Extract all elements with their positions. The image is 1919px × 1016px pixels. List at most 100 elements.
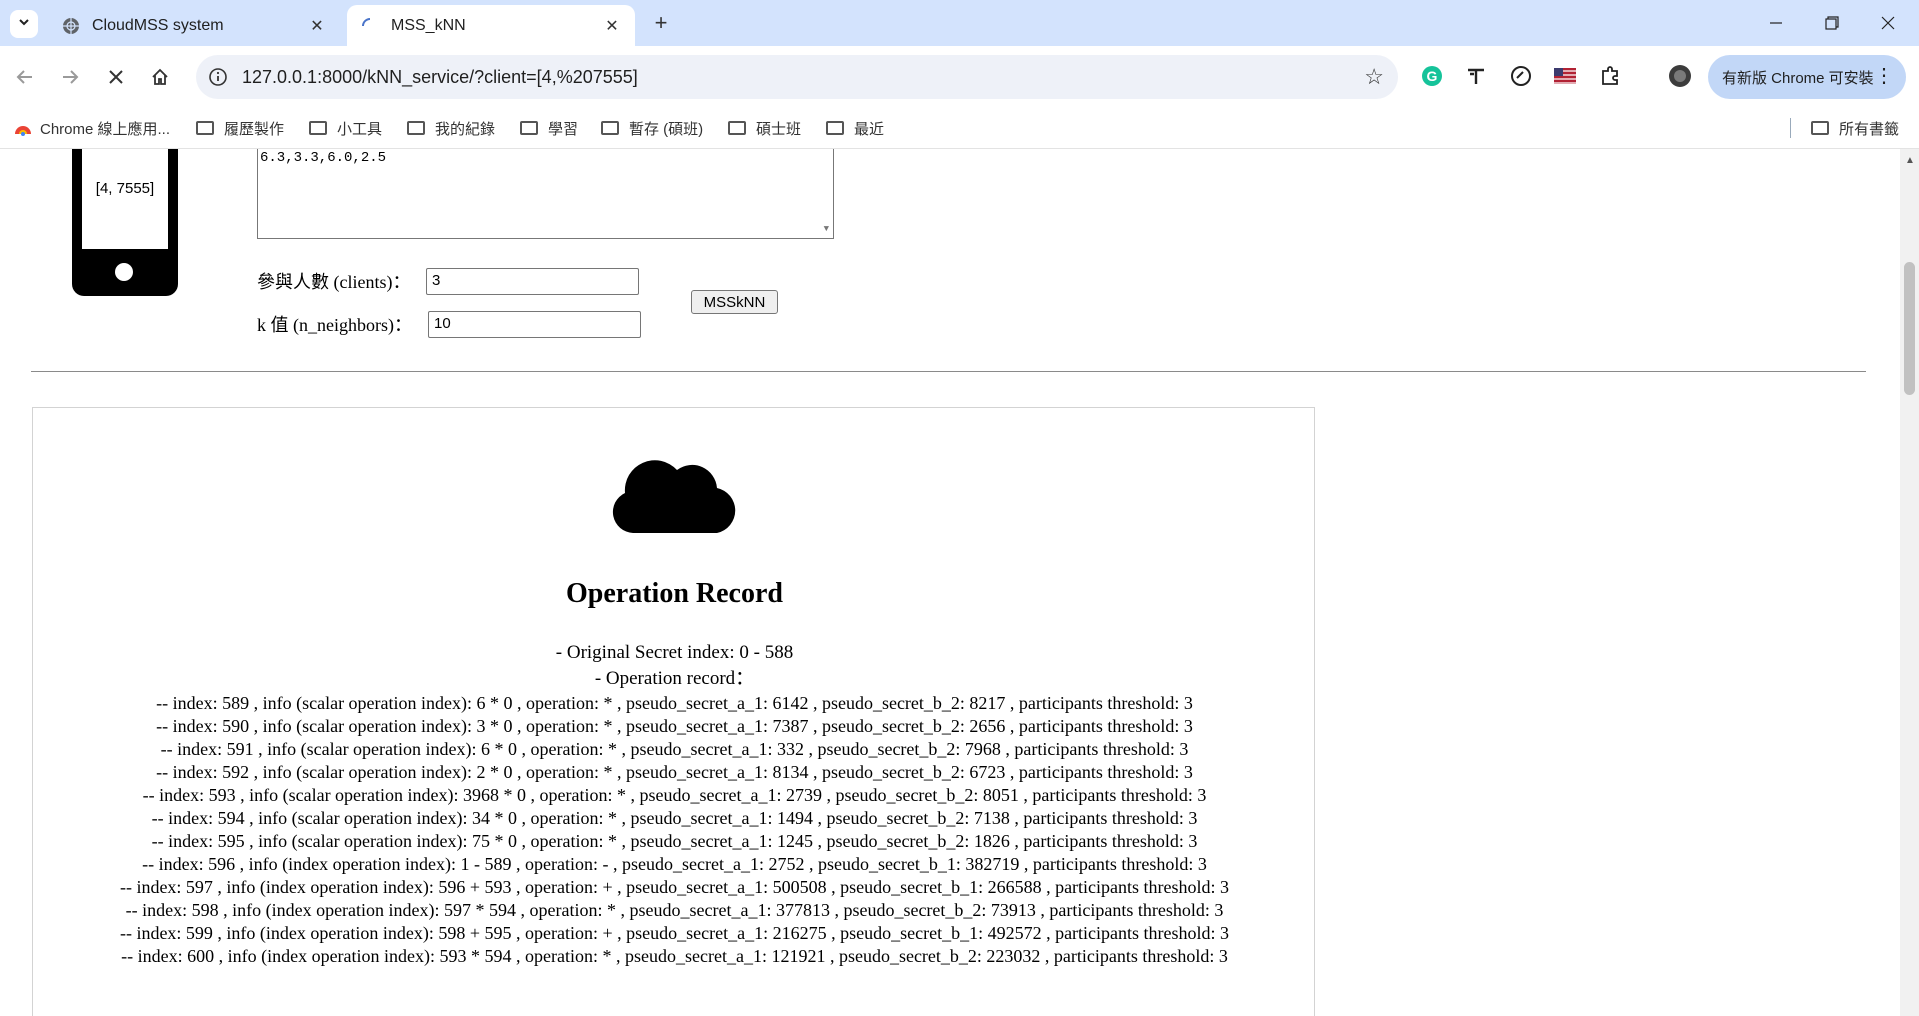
bookmark-star-icon[interactable]: ☆ [1364, 64, 1384, 90]
k-neighbors-input[interactable]: 10 [428, 311, 641, 338]
bookmark-label: 所有書籤 [1839, 120, 1900, 138]
folder-icon [407, 121, 425, 135]
forward-arrow-icon[interactable] [53, 60, 87, 94]
clients-input-value: 3 [432, 272, 441, 289]
scroll-up-arrow-icon[interactable]: ▲ [1905, 155, 1915, 166]
url-text: 127.0.0.1:8000/kNN_service/?client=[4,%2… [242, 67, 638, 87]
original-secret-line: - Original Secret index: 0 - 588 [555, 642, 794, 663]
chevron-down-icon [17, 15, 31, 34]
tab-title: CloudMSS system [92, 16, 224, 34]
bookmark-label: 最近 [854, 120, 885, 138]
close-icon[interactable]: ✕ [306, 15, 328, 37]
folder-icon [826, 121, 844, 135]
scroll-down-arrow-icon[interactable]: ▼ [824, 224, 829, 234]
us-flag-icon[interactable] [1552, 63, 1578, 89]
tab-search-button[interactable] [10, 10, 38, 38]
more-options-icon[interactable]: ⋮ [1874, 63, 1894, 88]
folder-icon [728, 121, 746, 135]
extensions-puzzle-icon[interactable] [1597, 63, 1623, 89]
record-line: -- index: 589 , info (scalar operation i… [156, 693, 1193, 713]
folder-icon [1811, 121, 1829, 135]
record-line: -- index: 594 , info (scalar operation i… [151, 808, 1198, 828]
record-line: -- index: 590 , info (scalar operation i… [156, 716, 1193, 736]
phone-home-button [115, 263, 133, 281]
bookmarks-bar: Chrome 線上應用... 履歷製作 小工具 我的紀錄 學習 暫存 (碩班) … [0, 108, 1919, 149]
bookmark-label: 我的紀錄 [435, 120, 496, 138]
translate-extension-icon[interactable] [1463, 63, 1489, 89]
browser-toolbar: 127.0.0.1:8000/kNN_service/?client=[4,%2… [0, 46, 1919, 108]
operation-record-title: Operation Record [566, 578, 783, 609]
chrome-web-store-icon [14, 120, 32, 136]
divider [31, 371, 1866, 372]
all-bookmarks-folder[interactable]: 所有書籤 [1811, 116, 1899, 140]
folder-icon [196, 121, 214, 135]
record-line: -- index: 592 , info (scalar operation i… [156, 762, 1193, 782]
bookmark-folder-masters[interactable]: 碩士班 [728, 116, 801, 140]
client-device-label: [4, 7555] [95, 179, 155, 197]
svg-text:G: G [1427, 68, 1438, 84]
bookmark-chrome-store[interactable]: Chrome 線上應用... [14, 116, 170, 140]
tab-title: MSS_kNN [391, 16, 466, 34]
close-icon[interactable]: ✕ [601, 15, 623, 37]
record-line: -- index: 593 , info (scalar operation i… [142, 785, 1207, 805]
bookmark-label: Chrome 線上應用... [40, 120, 171, 138]
bookmark-label: 小工具 [337, 120, 383, 138]
page-scrollbar[interactable]: ▲ [1900, 149, 1919, 1016]
close-window-icon[interactable] [1864, 6, 1912, 40]
tab-cloudmss[interactable]: CloudMSS system ✕ [48, 5, 340, 46]
site-info-icon[interactable] [206, 65, 230, 89]
globe-icon [62, 17, 80, 35]
clients-input[interactable]: 3 [426, 268, 639, 295]
new-tab-icon[interactable]: + [650, 12, 672, 34]
minimize-icon[interactable] [1752, 6, 1800, 40]
cloud-icon [611, 456, 739, 539]
back-arrow-icon[interactable] [8, 60, 42, 94]
k-neighbors-label: k 值 (n_neighbors)： [257, 315, 412, 335]
bookmark-label: 暫存 (碩班) [629, 120, 704, 138]
k-neighbors-input-value: 10 [434, 315, 451, 332]
operation-record-text: - Original Secret index: 0 - 588 - Opera… [51, 640, 1298, 968]
bookmark-folder-tools[interactable]: 小工具 [309, 116, 382, 140]
scrollbar-thumb[interactable] [1904, 262, 1915, 395]
address-bar[interactable]: 127.0.0.1:8000/kNN_service/?client=[4,%2… [196, 55, 1398, 99]
data-textarea[interactable]: 6.3,3.3,6.0,2.5 ▼ [257, 149, 834, 239]
grammarly-icon[interactable]: G [1419, 63, 1445, 89]
stop-loading-icon[interactable] [99, 60, 133, 94]
loading-spinner-icon [361, 17, 379, 35]
folder-icon [309, 121, 327, 135]
bookmark-folder-resume[interactable]: 履歷製作 [196, 116, 284, 140]
folder-icon [601, 121, 619, 135]
record-line: -- index: 599 , info (index operation in… [119, 923, 1230, 943]
bookmark-label: 碩士班 [756, 120, 802, 138]
bookmark-folder-temp[interactable]: 暫存 (碩班) [601, 116, 703, 140]
tab-strip: CloudMSS system ✕ MSS_kNN ✕ + [0, 0, 1919, 46]
phone-screen: [4, 7555] [82, 149, 168, 249]
page-content: [4, 7555] 6.3,3.3,6.0,2.5 ▼ 參與人數 (client… [0, 149, 1900, 1016]
bookmark-label: 學習 [548, 120, 579, 138]
chrome-update-button[interactable]: 有新版 Chrome 可安裝 ⋮ [1708, 55, 1906, 99]
phone-icon: [4, 7555] [72, 149, 178, 296]
clients-label: 參與人數 (clients)： [257, 272, 411, 292]
record-line: -- index: 591 , info (scalar operation i… [160, 739, 1189, 759]
record-line: -- index: 600 , info (index operation in… [121, 946, 1228, 966]
update-label: 有新版 Chrome 可安裝 [1722, 69, 1874, 87]
bookmark-folder-records[interactable]: 我的紀錄 [407, 116, 495, 140]
record-line: -- index: 596 , info (index operation in… [142, 854, 1207, 874]
profile-avatar[interactable] [1667, 63, 1693, 89]
operation-record-header: - Operation record： [594, 668, 755, 689]
record-line: -- index: 598 , info (index operation in… [125, 900, 1224, 920]
record-line: -- index: 597 , info (index operation in… [119, 877, 1230, 897]
tab-mss-knn[interactable]: MSS_kNN ✕ [347, 5, 635, 46]
operation-record-panel: Operation Record - Original Secret index… [32, 407, 1315, 1016]
bookmark-folder-study[interactable]: 學習 [520, 116, 578, 140]
bookmarks-separator [1790, 118, 1791, 138]
textarea-value: 6.3,3.3,6.0,2.5 [260, 150, 387, 166]
bookmark-label: 履歷製作 [224, 120, 285, 138]
folder-icon [520, 121, 538, 135]
home-icon[interactable] [143, 60, 177, 94]
speed-extension-icon[interactable] [1508, 63, 1534, 89]
mssknn-button[interactable]: MSSkNN [691, 290, 778, 314]
bookmark-folder-recent[interactable]: 最近 [826, 116, 884, 140]
record-line: -- index: 595 , info (scalar operation i… [151, 831, 1198, 851]
restore-icon[interactable] [1808, 6, 1856, 40]
